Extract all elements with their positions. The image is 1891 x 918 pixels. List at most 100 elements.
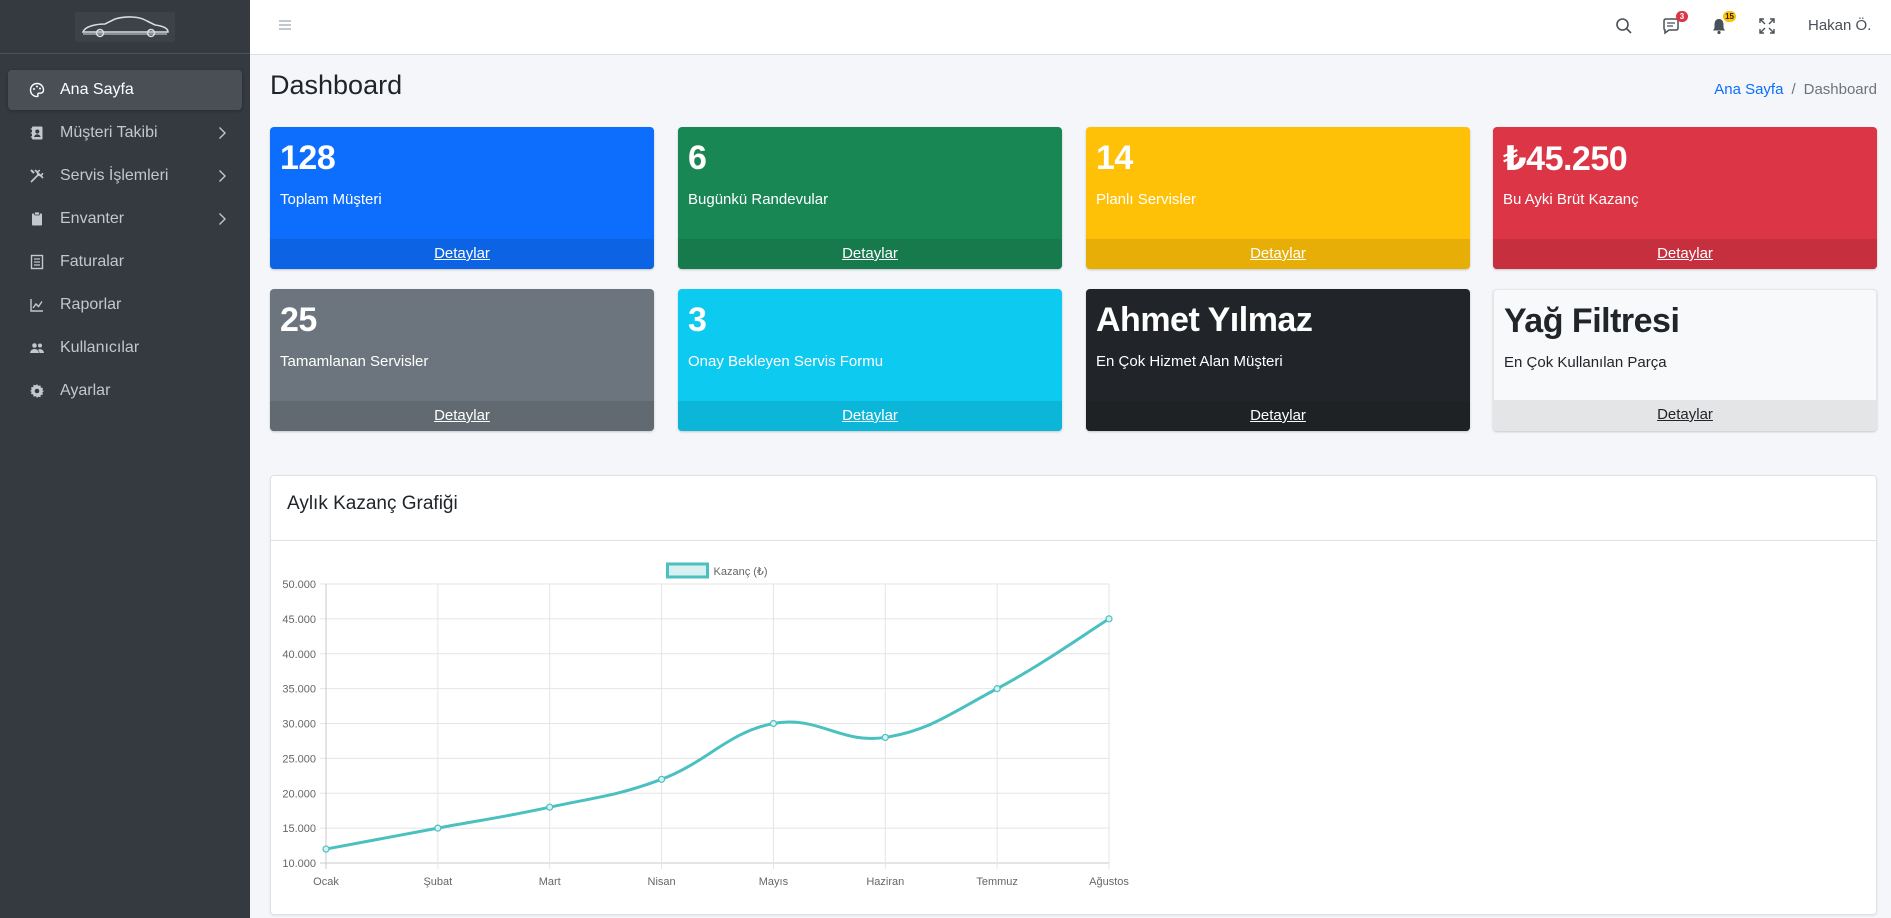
breadcrumb-separator: / (1791, 81, 1796, 98)
stat-details-link[interactable]: Detaylar (678, 239, 1062, 269)
search-icon[interactable] (1613, 15, 1635, 37)
stat-value: Yağ Filtresi (1504, 302, 1680, 340)
car-logo-icon (75, 11, 175, 42)
y-tick-label: 25.000 (282, 753, 316, 765)
stat-details-link[interactable]: Detaylar (270, 239, 654, 269)
page-title: Dashboard (270, 70, 403, 100)
stat-label: Tamamlanan Servisler (280, 353, 429, 370)
stat-box-planned-services: 14 Planlı Servisler Detaylar (1086, 127, 1470, 269)
stat-value: 14 (1096, 139, 1133, 177)
users-icon (28, 339, 46, 357)
chevron-right-icon (218, 126, 230, 140)
sidebar-item-label: Ayarlar (60, 382, 111, 399)
stat-label: Bu Ayki Brüt Kazanç (1503, 191, 1639, 208)
brand-logo[interactable] (0, 0, 250, 54)
breadcrumb-current: Dashboard (1803, 81, 1877, 98)
stat-box-top-customer: Ahmet Yılmaz En Çok Hizmet Alan Müşteri … (1086, 289, 1470, 431)
stat-details-link[interactable]: Detaylar (1086, 401, 1470, 431)
x-tick-label: Şubat (423, 876, 452, 888)
sidebar-item-label: Raporlar (60, 296, 122, 313)
data-point (769, 719, 778, 728)
gear-icon (28, 382, 46, 400)
stat-box-pending-forms: 3 Onay Bekleyen Servis Formu Detaylar (678, 289, 1062, 431)
stat-label: En Çok Hizmet Alan Müşteri (1096, 353, 1283, 370)
sidebar-item-label: Servis İşlemleri (60, 167, 169, 184)
sidebar-item-label: Faturalar (60, 253, 125, 270)
chevron-right-icon (218, 169, 230, 183)
stat-value: 25 (280, 301, 317, 339)
stat-details-link[interactable]: Detaylar (678, 401, 1062, 431)
messages-badge: 3 (1676, 11, 1688, 22)
breadcrumb-home-link[interactable]: Ana Sayfa (1714, 81, 1783, 98)
notifications-button[interactable]: 15 (1708, 11, 1736, 37)
sidebar-item-2[interactable]: Müşteri Takibi (8, 113, 242, 153)
stat-value: Ahmet Yılmaz (1096, 301, 1313, 339)
data-point (546, 803, 554, 811)
y-tick-label: 20.000 (282, 788, 316, 800)
menu-toggle-icon[interactable] (278, 18, 292, 32)
stat-details-link[interactable]: Detaylar (1493, 239, 1877, 269)
y-tick-label: 45.000 (282, 614, 316, 626)
messages-button[interactable]: 3 (1660, 11, 1688, 37)
contact-book-icon (28, 124, 46, 142)
legend-swatch (666, 562, 709, 579)
stat-label: Onay Bekleyen Servis Formu (688, 353, 884, 370)
data-point (657, 775, 666, 783)
stat-box-total-customers: 128 Toplam Müşteri Detaylar (270, 127, 654, 269)
sidebar-item-1[interactable]: Ana Sayfa (8, 70, 242, 110)
data-point (434, 824, 442, 832)
sidebar-item-label: Envanter (60, 210, 125, 227)
x-tick-label: Mayıs (759, 876, 789, 888)
user-menu[interactable]: Hakan Ö. (1808, 17, 1871, 34)
y-tick-label: 10.000 (282, 858, 316, 870)
chart-line-icon (28, 296, 46, 314)
stat-details-link[interactable]: Detaylar (270, 401, 654, 431)
stat-value: ₺45.250 (1503, 140, 1628, 178)
revenue-line-chart: 10.000 15.000 20.000 25.000 30.000 35.000 40.0… (282, 562, 1129, 888)
x-tick-label: Temmuz (976, 876, 1018, 888)
data-point (993, 685, 1001, 693)
y-tick-label: 35.000 (282, 684, 316, 696)
stat-label: En Çok Kullanılan Parça (1504, 354, 1667, 371)
sidebar-item-label: Müşteri Takibi (60, 124, 158, 141)
sidebar-nav: Ana Sayfa Müşteri Takibi Servis İşlemleri E… (0, 54, 250, 411)
stat-box-today-appointments: 6 Bugünkü Randevular Detaylar (678, 127, 1062, 269)
y-tick-label: 15.000 (282, 823, 316, 835)
topbar: 3 15 Hakan Ö. (250, 0, 1891, 55)
x-tick-label: Ocak (313, 876, 339, 888)
chevron-right-icon (218, 212, 230, 226)
x-tick-label: Haziran (866, 876, 904, 888)
data-point (1105, 615, 1113, 623)
sidebar-item-6[interactable]: Raporlar (8, 285, 242, 325)
stat-value: 3 (688, 301, 707, 339)
stat-label: Planlı Servisler (1096, 191, 1197, 208)
breadcrumb: Ana Sayfa / Dashboard (1714, 81, 1877, 98)
stat-value: 128 (280, 139, 336, 177)
notifications-badge: 15 (1723, 11, 1736, 22)
sidebar-item-4[interactable]: Envanter (8, 199, 242, 239)
x-tick-label: Ağustos (1089, 876, 1129, 888)
legend-label: Kazanç (₺) (714, 566, 768, 578)
invoice-icon (28, 253, 46, 271)
revenue-chart: 10.000 15.000 20.000 25.000 30.000 35.000 40.0… (271, 542, 1271, 916)
sidebar-item-5[interactable]: Faturalar (8, 242, 242, 282)
fullscreen-icon[interactable] (1756, 15, 1778, 37)
sidebar-item-7[interactable]: Kullanıcılar (8, 328, 242, 368)
stat-box-top-part: Yağ Filtresi En Çok Kullanılan Parça Det… (1493, 289, 1877, 431)
stat-box-monthly-revenue: ₺45.250 Bu Ayki Brüt Kazanç Detaylar (1493, 127, 1877, 269)
tools-icon (28, 167, 46, 185)
palette-icon (28, 81, 46, 99)
stat-details-link[interactable]: Detaylar (1086, 239, 1470, 269)
y-tick-label: 50.000 (282, 579, 316, 591)
stat-label: Bugünkü Randevular (688, 191, 829, 208)
stat-details-link[interactable]: Detaylar (1494, 400, 1876, 430)
y-tick-label: 30.000 (282, 719, 316, 731)
y-tick-label: 40.000 (282, 649, 316, 661)
data-point (881, 733, 889, 742)
sidebar-item-8[interactable]: Ayarlar (8, 371, 242, 411)
sidebar: Ana Sayfa Müşteri Takibi Servis İşlemleri E… (0, 0, 250, 918)
stat-label: Toplam Müşteri (280, 191, 382, 208)
monthly-revenue-card: Aylık Kazanç Grafiği 10.000 15.000 20.000 2… (270, 475, 1877, 915)
sidebar-item-3[interactable]: Servis İşlemleri (8, 156, 242, 196)
sidebar-item-label: Kullanıcılar (60, 339, 140, 356)
